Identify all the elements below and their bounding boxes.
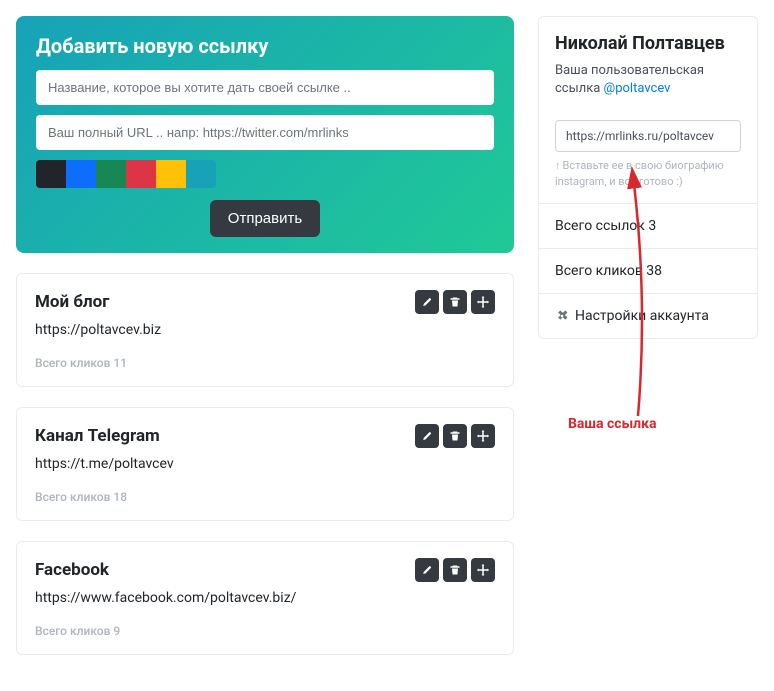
annotation-label: Ваша ссылка [568,416,656,432]
profile-card: Николай Полтавцев Ваша пользовательская … [538,16,758,339]
color-swatch-1[interactable] [66,160,96,188]
share-url-box[interactable]: https://mrlinks.ru/poltavcev [555,120,741,152]
edit-icon[interactable] [415,290,439,314]
trash-icon[interactable] [443,290,467,314]
link-card: Канал Telegram https://t.me/poltavcev Вс… [16,407,514,521]
link-title: Канал Telegram [35,426,160,446]
wrench-icon [555,309,569,323]
color-swatch-2[interactable] [96,160,126,188]
add-link-title: Добавить новую ссылку [36,34,494,58]
up-arrow-icon: ↑ [555,158,561,173]
color-swatch-5[interactable] [186,160,216,188]
link-clicks: Всего кликов 18 [35,490,495,504]
color-picker [36,160,494,188]
settings-link[interactable]: Настройки аккаунта [539,293,757,338]
edit-icon[interactable] [415,424,439,448]
hint-text: ↑Вставьте ее в свою биографию instagram,… [539,158,757,203]
link-url: https://t.me/poltavcev [35,456,495,472]
profile-handle-link[interactable]: @poltavcev [604,81,671,96]
link-card: Facebook https://www.facebook.com/poltav… [16,541,514,655]
link-url: https://www.facebook.com/poltavcev.biz/ [35,590,495,606]
color-swatch-4[interactable] [156,160,186,188]
link-clicks: Всего кликов 11 [35,356,495,370]
move-icon[interactable] [471,290,495,314]
link-card: Мой блог https://poltavcev.biz Всего кли… [16,273,514,387]
total-clicks-row: Всего кликов 38 [539,248,757,293]
link-title: Facebook [35,560,109,580]
profile-subtext: Ваша пользовательская ссылка @poltavcev [555,62,741,98]
move-icon[interactable] [471,424,495,448]
color-swatch-0[interactable] [36,160,66,188]
link-url-input[interactable] [36,115,494,150]
move-icon[interactable] [471,558,495,582]
trash-icon[interactable] [443,424,467,448]
color-swatch-3[interactable] [126,160,156,188]
link-clicks: Всего кликов 9 [35,624,495,638]
submit-button[interactable]: Отправить [210,200,320,237]
total-links-row: Всего ссылок 3 [539,203,757,248]
link-title: Мой блог [35,292,109,312]
link-name-input[interactable] [36,70,494,105]
edit-icon[interactable] [415,558,439,582]
link-url: https://poltavcev.biz [35,322,495,338]
profile-name: Николай Полтавцев [555,33,741,54]
trash-icon[interactable] [443,558,467,582]
add-link-card: Добавить новую ссылку Отправить [16,16,514,253]
